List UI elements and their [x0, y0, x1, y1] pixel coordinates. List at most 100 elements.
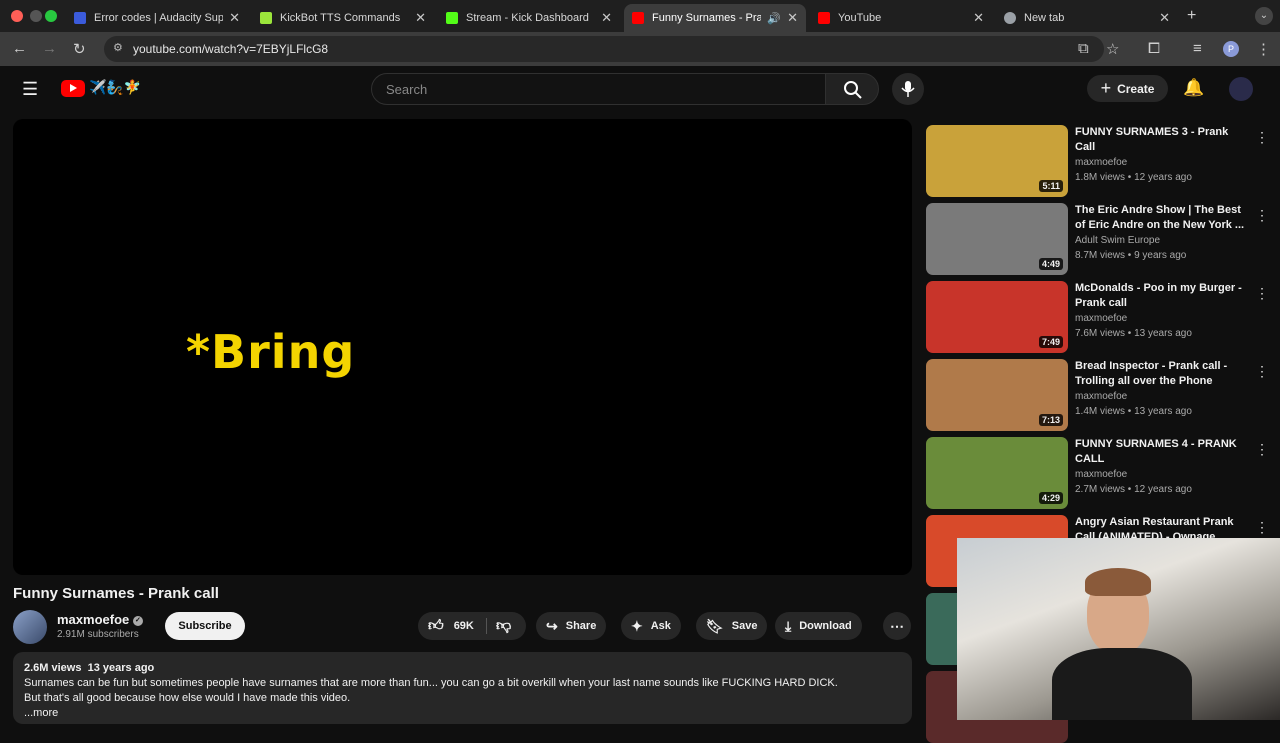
voice-search-button[interactable]	[892, 73, 924, 105]
more-vertical-icon[interactable]: ⋮	[1255, 441, 1269, 458]
tab-search-icon[interactable]: ⌄	[1255, 7, 1273, 25]
chrome-icon	[1004, 12, 1016, 24]
browser-tab-3[interactable]: Funny Surnames - Pra 🔊 ✕	[624, 4, 806, 32]
url-text[interactable]: youtube.com/watch?v=7EBYjLFlcG8	[133, 42, 328, 56]
close-tab-icon[interactable]: ✕	[973, 10, 984, 26]
duration-badge: 4:29	[1038, 492, 1063, 504]
recommendation-item[interactable]: 7:49 McDonalds - Poo in my Burger - Pran…	[926, 281, 1280, 353]
video-title: Funny Surnames - Prank call	[13, 585, 219, 602]
close-tab-icon[interactable]: ✕	[229, 10, 240, 26]
plus-icon: +	[1100, 78, 1112, 98]
recommendation-channel[interactable]: Adult Swim Europe	[1075, 235, 1160, 246]
more-vertical-icon[interactable]: ⋮	[1255, 207, 1269, 224]
download-button[interactable]: ⤓ Download	[775, 612, 862, 640]
thumbs-up-icon: 👍︎	[428, 617, 444, 634]
profile-avatar[interactable]: P	[1223, 41, 1239, 57]
site-info-icon[interactable]: ⚙	[113, 41, 123, 54]
more-vertical-icon[interactable]: ⋮	[1255, 285, 1269, 302]
more-vertical-icon[interactable]: ⋮	[1255, 129, 1269, 146]
reload-icon[interactable]: ↻	[73, 40, 86, 58]
omnibox[interactable]: ⚙ youtube.com/watch?v=7EBYjLFlcG8	[104, 36, 1104, 62]
close-tab-icon[interactable]: ✕	[1159, 10, 1170, 26]
search-button[interactable]	[825, 73, 879, 105]
recommendation-item[interactable]: 4:29 FUNNY SURNAMES 4 - PRANK CALL maxmo…	[926, 437, 1280, 509]
zoom-window-button[interactable]	[45, 10, 57, 22]
subscribe-button[interactable]: Subscribe	[165, 612, 245, 640]
more-vertical-icon[interactable]: ⋮	[1255, 519, 1269, 536]
bookmark-star-icon[interactable]: ☆	[1106, 40, 1119, 58]
description-line: But that's all good because how else wou…	[24, 692, 351, 704]
kick-icon	[446, 12, 458, 24]
dislike-button[interactable]: 👎︎	[496, 617, 511, 635]
audacity-icon	[74, 12, 86, 24]
recommendation-item[interactable]: 5:11 FUNNY SURNAMES 3 - Prank Call maxmo…	[926, 125, 1280, 197]
recommendation-title[interactable]: FUNNY SURNAMES 3 - Prank Call	[1075, 125, 1250, 155]
browser-tab-4[interactable]: YouTube ✕	[810, 4, 992, 32]
new-tab-icon[interactable]: +	[1187, 7, 1196, 25]
close-tab-icon[interactable]: ✕	[787, 10, 798, 26]
close-tab-icon[interactable]: ✕	[601, 10, 612, 26]
youtube-logo[interactable]	[61, 80, 85, 97]
save-button[interactable]: 🔖︎ Save	[696, 612, 768, 640]
video-thumbnail[interactable]: 5:11	[926, 125, 1068, 197]
minimize-window-button[interactable]	[30, 10, 42, 22]
recommendation-channel[interactable]: maxmoefoe	[1075, 157, 1127, 168]
hamburger-menu-icon[interactable]: ☰	[22, 79, 38, 100]
more-vertical-icon[interactable]: ⋮	[1255, 363, 1269, 380]
share-button[interactable]: ↪ Share	[536, 612, 607, 640]
recommendation-title[interactable]: Bread Inspector - Prank call - Trolling …	[1075, 359, 1250, 389]
back-icon[interactable]: ←	[12, 40, 27, 57]
extensions-icon[interactable]: ⧠	[1148, 40, 1160, 57]
browser-tab-2[interactable]: Stream - Kick Dashboard ✕	[438, 4, 620, 32]
divider	[486, 618, 487, 634]
search-input[interactable]: Search	[371, 73, 826, 105]
recommendation-title[interactable]: The Eric Andre Show | The Best of Eric A…	[1075, 203, 1250, 233]
ask-button[interactable]: ✦ Ask	[621, 612, 681, 640]
video-thumbnail[interactable]: 7:49	[926, 281, 1068, 353]
close-window-button[interactable]	[11, 10, 23, 22]
person-hair	[1085, 568, 1151, 596]
video-thumbnail[interactable]: 4:49	[926, 203, 1068, 275]
show-more-link[interactable]: ...more	[24, 706, 901, 721]
create-button[interactable]: + Create	[1087, 75, 1168, 102]
subscriber-count: 2.91M subscribers	[57, 629, 139, 640]
like-dislike-group: 👍︎ 69K 👎︎	[418, 612, 526, 640]
recommendation-item[interactable]: 4:49 The Eric Andre Show | The Best of E…	[926, 203, 1280, 275]
address-bar: ← → ↻ ⚙ youtube.com/watch?v=7EBYjLFlcG8 …	[0, 32, 1280, 66]
browser-tab-0[interactable]: Error codes | Audacity Sup ✕	[66, 4, 248, 32]
youtube-icon	[632, 12, 644, 24]
video-thumbnail[interactable]: 4:29	[926, 437, 1068, 509]
account-avatar[interactable]	[1229, 77, 1253, 101]
more-actions-button[interactable]: ⋯	[883, 612, 911, 640]
video-stats: 2.6M views 13 years ago	[24, 662, 155, 674]
speaker-icon[interactable]: 🔊	[767, 12, 781, 25]
duration-badge: 5:11	[1039, 180, 1063, 192]
video-thumbnail[interactable]: 7:13	[926, 359, 1068, 431]
forward-icon[interactable]: →	[42, 40, 57, 57]
description-line: Surnames can be fun but sometimes people…	[24, 677, 838, 689]
close-tab-icon[interactable]: ✕	[415, 10, 426, 26]
browser-menu-icon[interactable]: ⋮	[1256, 40, 1271, 58]
recommendation-meta: 1.4M views • 13 years ago	[1075, 406, 1192, 417]
verified-icon: ✓	[132, 615, 143, 626]
channel-avatar[interactable]	[13, 610, 47, 644]
channel-name[interactable]: maxmoefoe ✓	[57, 612, 143, 627]
recommendation-channel[interactable]: maxmoefoe	[1075, 469, 1127, 480]
kickbot-icon	[260, 12, 272, 24]
notifications-bell-icon[interactable]: 🔔	[1183, 78, 1204, 98]
recommendation-item[interactable]: 7:13 Bread Inspector - Prank call - Trol…	[926, 359, 1280, 431]
like-button[interactable]: 👍︎ 69K	[428, 617, 474, 635]
recommendation-title[interactable]: McDonalds - Poo in my Burger - Prank cal…	[1075, 281, 1250, 311]
description-box[interactable]: 2.6M views 13 years ago Surnames can be …	[13, 652, 912, 724]
recommendation-title[interactable]: FUNNY SURNAMES 4 - PRANK CALL	[1075, 437, 1250, 467]
recommendation-channel[interactable]: maxmoefoe	[1075, 313, 1127, 324]
browser-tab-1[interactable]: KickBot TTS Commands ✕	[252, 4, 434, 32]
recommendation-channel[interactable]: maxmoefoe	[1075, 391, 1127, 402]
cast-icon[interactable]: ⧉	[1078, 40, 1089, 57]
browser-tab-5[interactable]: New tab ✕	[996, 4, 1178, 32]
thumbs-down-icon: 👎︎	[496, 617, 512, 634]
youtube-header: ☰ ✈️🧞🧚 Search + Create 🔔	[0, 66, 1280, 112]
video-player[interactable]: *Bring	[13, 119, 912, 575]
reading-list-icon[interactable]: ≡	[1193, 40, 1202, 57]
webcam-overlay	[957, 538, 1280, 720]
